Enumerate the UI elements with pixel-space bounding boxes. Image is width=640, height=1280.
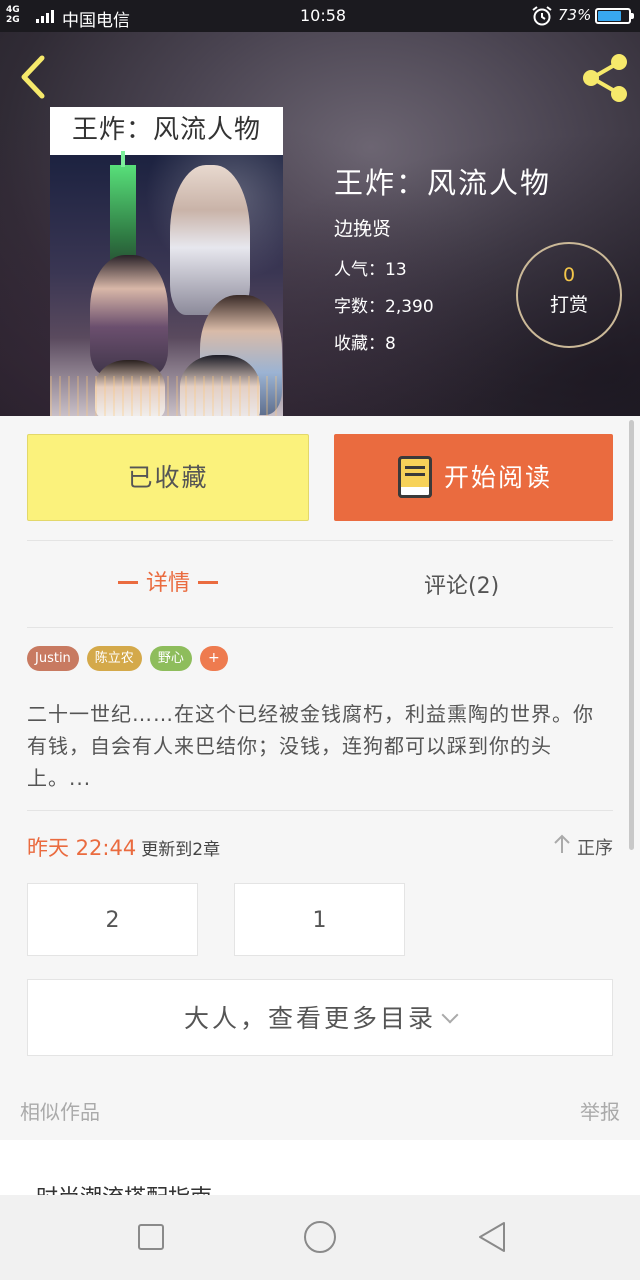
alarm-icon [531,5,553,31]
chevron-left-icon [21,55,45,99]
chapter-button[interactable]: 1 [234,883,405,956]
carrier-name: 中国电信 [62,11,130,31]
add-tag-button[interactable]: + [199,646,228,671]
book-author[interactable]: 边挽贤 [334,214,551,241]
more-catalog-button[interactable]: 大人，查看更多目录 [27,979,613,1056]
tab-detail-label: 详情 [146,571,191,596]
cover-title: 王炸：风流人物 [71,115,261,145]
book-summary[interactable]: 二十一世纪……在这个已经被金钱腐朽，利益熏陶的世界。你有钱，自会有人来巴结你；没… [27,698,613,794]
network-type: 4G 2G [6,5,20,25]
book-cover[interactable]: 王炸：风流人物 [50,107,283,416]
tip-button[interactable]: 0 打赏 [516,242,622,348]
status-bar: 4G 2G 中国电信 10:58 73% [0,0,640,32]
similar-work-card[interactable]: 时尚潮流搭配指南 [0,1140,640,1200]
similar-works-label: 相似作品 [20,1100,100,1124]
share-button[interactable] [578,52,632,104]
battery-percent: 73% [558,6,592,24]
home-button[interactable] [300,1217,340,1257]
start-reading-label: 开始阅读 [444,463,553,492]
book-title: 王炸：风流人物 [334,166,552,200]
update-row: 昨天 22:44 更新到2章 正序 [27,832,613,862]
cover-image [50,151,283,416]
divider [27,810,613,811]
tag-list: Justin 陈立农 野心 + [27,646,228,671]
tip-label: 打赏 [549,294,588,316]
back-button[interactable] [14,52,54,102]
divider [27,540,613,541]
sort-order-button[interactable]: 正序 [553,834,613,860]
report-link[interactable]: 举报 [580,1096,620,1125]
scrollbar[interactable] [629,420,634,850]
update-time: 昨天 22:44 [27,836,137,860]
tag[interactable]: 野心 [149,646,192,671]
tag[interactable]: Justin [27,646,79,671]
chapter-button[interactable]: 2 [27,883,198,956]
more-catalog-label: 大人，查看更多目录 [183,1004,436,1033]
triangle-back-icon [479,1222,505,1252]
system-nav-bar [0,1195,640,1280]
recent-apps-button[interactable] [131,1217,171,1257]
back-nav-button[interactable] [472,1217,512,1257]
chevron-down-icon [441,1006,459,1024]
circle-icon [304,1221,336,1253]
book-header: 王炸：风流人物 王炸：风流人物 边挽贤 人气：13 字数：2,390 收藏：8 … [0,32,640,416]
update-text: 更新到2章 [141,840,221,860]
tab-comments[interactable]: 评论(2) [424,568,499,600]
square-icon [138,1224,164,1250]
book-info: 王炸：风流人物 边挽贤 人气：13 字数：2,390 收藏：8 [334,160,551,366]
tag[interactable]: 陈立农 [86,646,142,671]
collected-button[interactable]: 已收藏 [27,434,309,521]
favorites-stat: 收藏：8 [334,334,396,354]
sort-order-label: 正序 [577,838,613,859]
signal-icon [36,9,54,23]
book-icon [398,456,432,498]
clock: 10:58 [300,6,347,25]
tab-detail[interactable]: 详情 [110,565,226,597]
battery-icon [595,8,634,24]
arrow-up-icon [554,834,570,853]
share-icon [583,54,627,102]
divider [27,627,613,628]
start-reading-button[interactable]: 开始阅读 [334,434,613,521]
tip-count: 0 [562,264,576,286]
